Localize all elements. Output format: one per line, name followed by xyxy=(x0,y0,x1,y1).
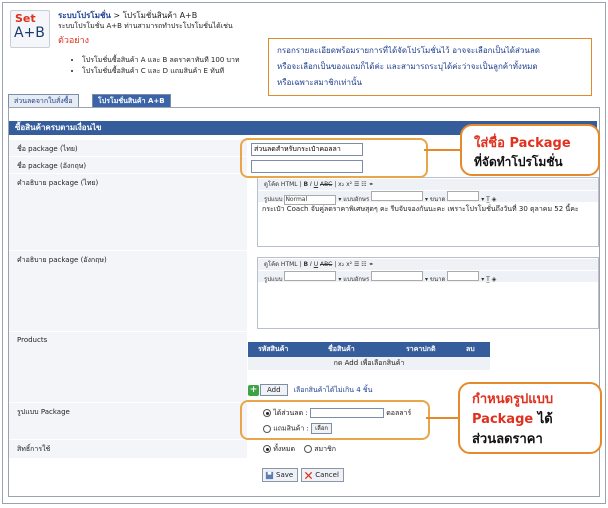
callout2-dai-word: ได้ xyxy=(533,412,553,427)
callout2-line1: กำหนดรูปแบบ xyxy=(472,392,554,407)
callout-package-name: ใส่ชื่อ Package ที่จัดทำโปรโมชั่น xyxy=(460,124,600,176)
callout2-package-word: Package xyxy=(472,412,534,427)
callout1-line2: ที่จัดทำโปรโมชั่น xyxy=(474,155,563,169)
callout2-line3: ส่วนลดราคา xyxy=(472,432,543,447)
callout1-line1: ใส่ชื่อ Package xyxy=(474,136,571,151)
callout-package-type: กำหนดรูปแบบ Package ได้ ส่วนลดราคา xyxy=(458,382,602,454)
callout2-line2: Package ได้ xyxy=(472,410,600,430)
